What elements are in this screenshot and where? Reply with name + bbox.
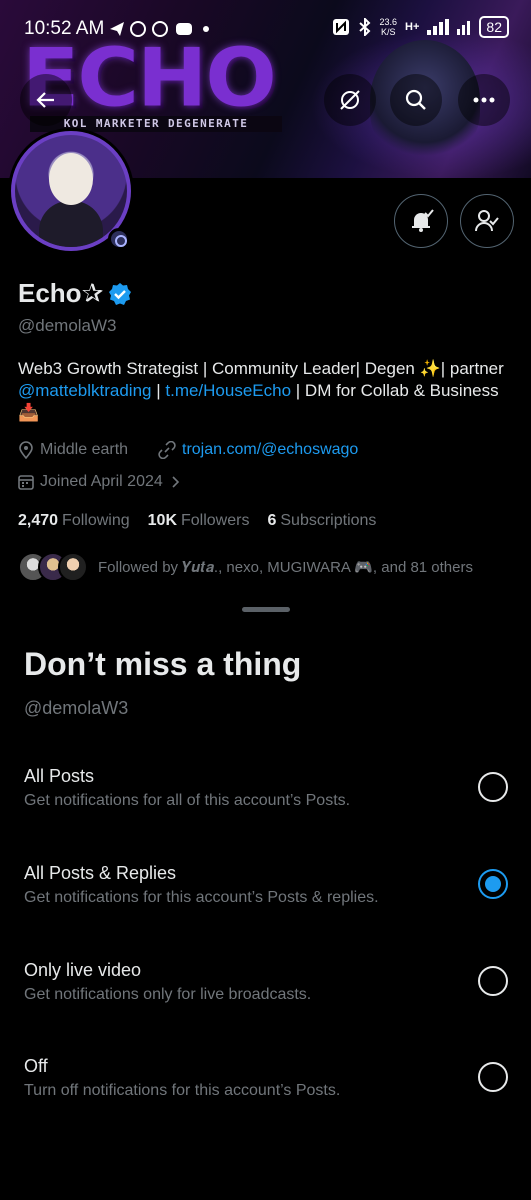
followers-count: 10K	[147, 512, 177, 529]
signal-icon-secondary	[457, 21, 471, 35]
battery-indicator: 82	[479, 16, 509, 38]
profile-location: Middle earth	[18, 441, 128, 459]
status-indicators: 23.6 K/S H+ 82	[332, 16, 509, 38]
following-button[interactable]	[460, 194, 514, 248]
option-description: Get notifications for this account’s Pos…	[24, 889, 379, 906]
following-stat[interactable]: 2,470 Following	[18, 512, 130, 530]
more-horizontal-icon	[473, 97, 495, 103]
avatar-body	[39, 201, 103, 247]
signal-icon	[427, 19, 450, 35]
app-notification-icons	[110, 21, 209, 37]
calendar-icon	[18, 475, 34, 490]
profile-joined[interactable]: Joined April 2024	[18, 473, 183, 491]
subscriptions-stat[interactable]: 6 Subscriptions	[267, 512, 376, 530]
option-all-posts[interactable]: All Posts Get notifications for all of t…	[0, 766, 531, 836]
notifications-off-icon	[340, 90, 360, 110]
back-button[interactable]	[20, 74, 72, 126]
option-only-live-video[interactable]: Only live video Get notifications only f…	[0, 960, 531, 1030]
network-speed-unit: K/S	[381, 27, 396, 37]
status-time: 10:52 AM	[24, 18, 105, 39]
website-link[interactable]: trojan.com/@echoswago	[182, 441, 358, 459]
status-bar: 10:52 AM 23.6 K/S H+ 82	[0, 0, 531, 60]
more-options-button[interactable]	[458, 74, 510, 126]
bio-separator: |	[151, 381, 166, 400]
profile-handle: @demolaW3	[18, 316, 117, 335]
bluetooth-icon	[358, 18, 370, 36]
radio-button[interactable]	[478, 772, 508, 802]
profile-website[interactable]: trojan.com/@echoswago	[158, 441, 358, 459]
location-pin-icon	[19, 441, 33, 459]
option-all-posts-replies[interactable]: All Posts & Replies Get notifications fo…	[0, 863, 531, 933]
bell-check-icon	[412, 209, 434, 232]
verified-badge-icon[interactable]	[108, 282, 132, 306]
subscriptions-label: Subscriptions	[280, 512, 377, 529]
joined-text: Joined April 2024	[40, 473, 163, 490]
network-speed-value: 23.6	[379, 17, 398, 27]
search-icon	[405, 89, 426, 110]
bio-text-1: Web3 Growth Strategist | Community Leade…	[18, 359, 504, 378]
nfc-icon	[332, 19, 349, 35]
sheet-drag-handle[interactable]	[242, 607, 290, 612]
arrow-left-icon	[36, 92, 54, 108]
option-title: Only live video	[24, 960, 142, 980]
option-title: All Posts & Replies	[24, 863, 177, 883]
followed-by-row[interactable]: Followed by 𝒀𝒖𝒕𝒂., nexo, MUGIWARA 🎮, and…	[18, 552, 473, 582]
option-title: All Posts	[24, 766, 95, 786]
bio-mention-link[interactable]: @matteblktrading	[18, 381, 152, 400]
bio-telegram-link[interactable]: t.me/HouseEcho	[165, 381, 291, 400]
notification-settings-button[interactable]	[394, 194, 448, 248]
notification-toggle-button[interactable]	[324, 74, 376, 126]
followers-stat[interactable]: 10K Followers	[148, 512, 250, 530]
avatar-head	[49, 153, 93, 205]
display-name: Echo✰	[18, 278, 104, 308]
sheet-title: Don’t miss a thing	[24, 646, 302, 682]
avatar-badge-icon	[108, 228, 130, 250]
option-description: Turn off notifications for this account’…	[24, 1082, 341, 1099]
following-label: Following	[62, 512, 130, 529]
option-off[interactable]: Off Turn off notifications for this acco…	[0, 1056, 531, 1126]
followed-by-text: Followed by 𝒀𝒖𝒕𝒂., nexo, MUGIWARA 🎮, and…	[98, 559, 473, 576]
radio-button[interactable]	[478, 1062, 508, 1092]
link-icon	[158, 441, 176, 459]
option-description: Get notifications only for live broadcas…	[24, 986, 312, 1003]
option-title: Off	[24, 1056, 48, 1076]
sheet-handle: @demolaW3	[24, 698, 129, 718]
notification-icons	[108, 19, 218, 44]
radio-button-selected[interactable]	[478, 869, 508, 899]
subscriptions-count: 6	[267, 512, 277, 529]
profile-bio: Web3 Growth Strategist | Community Leade…	[18, 358, 518, 424]
follower-avatar	[58, 552, 88, 582]
search-button[interactable]	[390, 74, 442, 126]
option-description: Get notifications for all of this accoun…	[24, 792, 351, 809]
profile-stats: 2,470 Following 10K Followers 6 Subscriptio…	[18, 512, 376, 530]
network-type: H+	[405, 21, 420, 33]
followers-label: Followers	[181, 512, 250, 529]
chevron-right-icon	[172, 476, 179, 488]
location-text: Middle earth	[40, 441, 129, 458]
following-count: 2,470	[18, 512, 59, 529]
network-speed: 23.6 K/S	[380, 17, 398, 37]
user-check-icon	[475, 210, 499, 232]
radio-button[interactable]	[478, 966, 508, 996]
